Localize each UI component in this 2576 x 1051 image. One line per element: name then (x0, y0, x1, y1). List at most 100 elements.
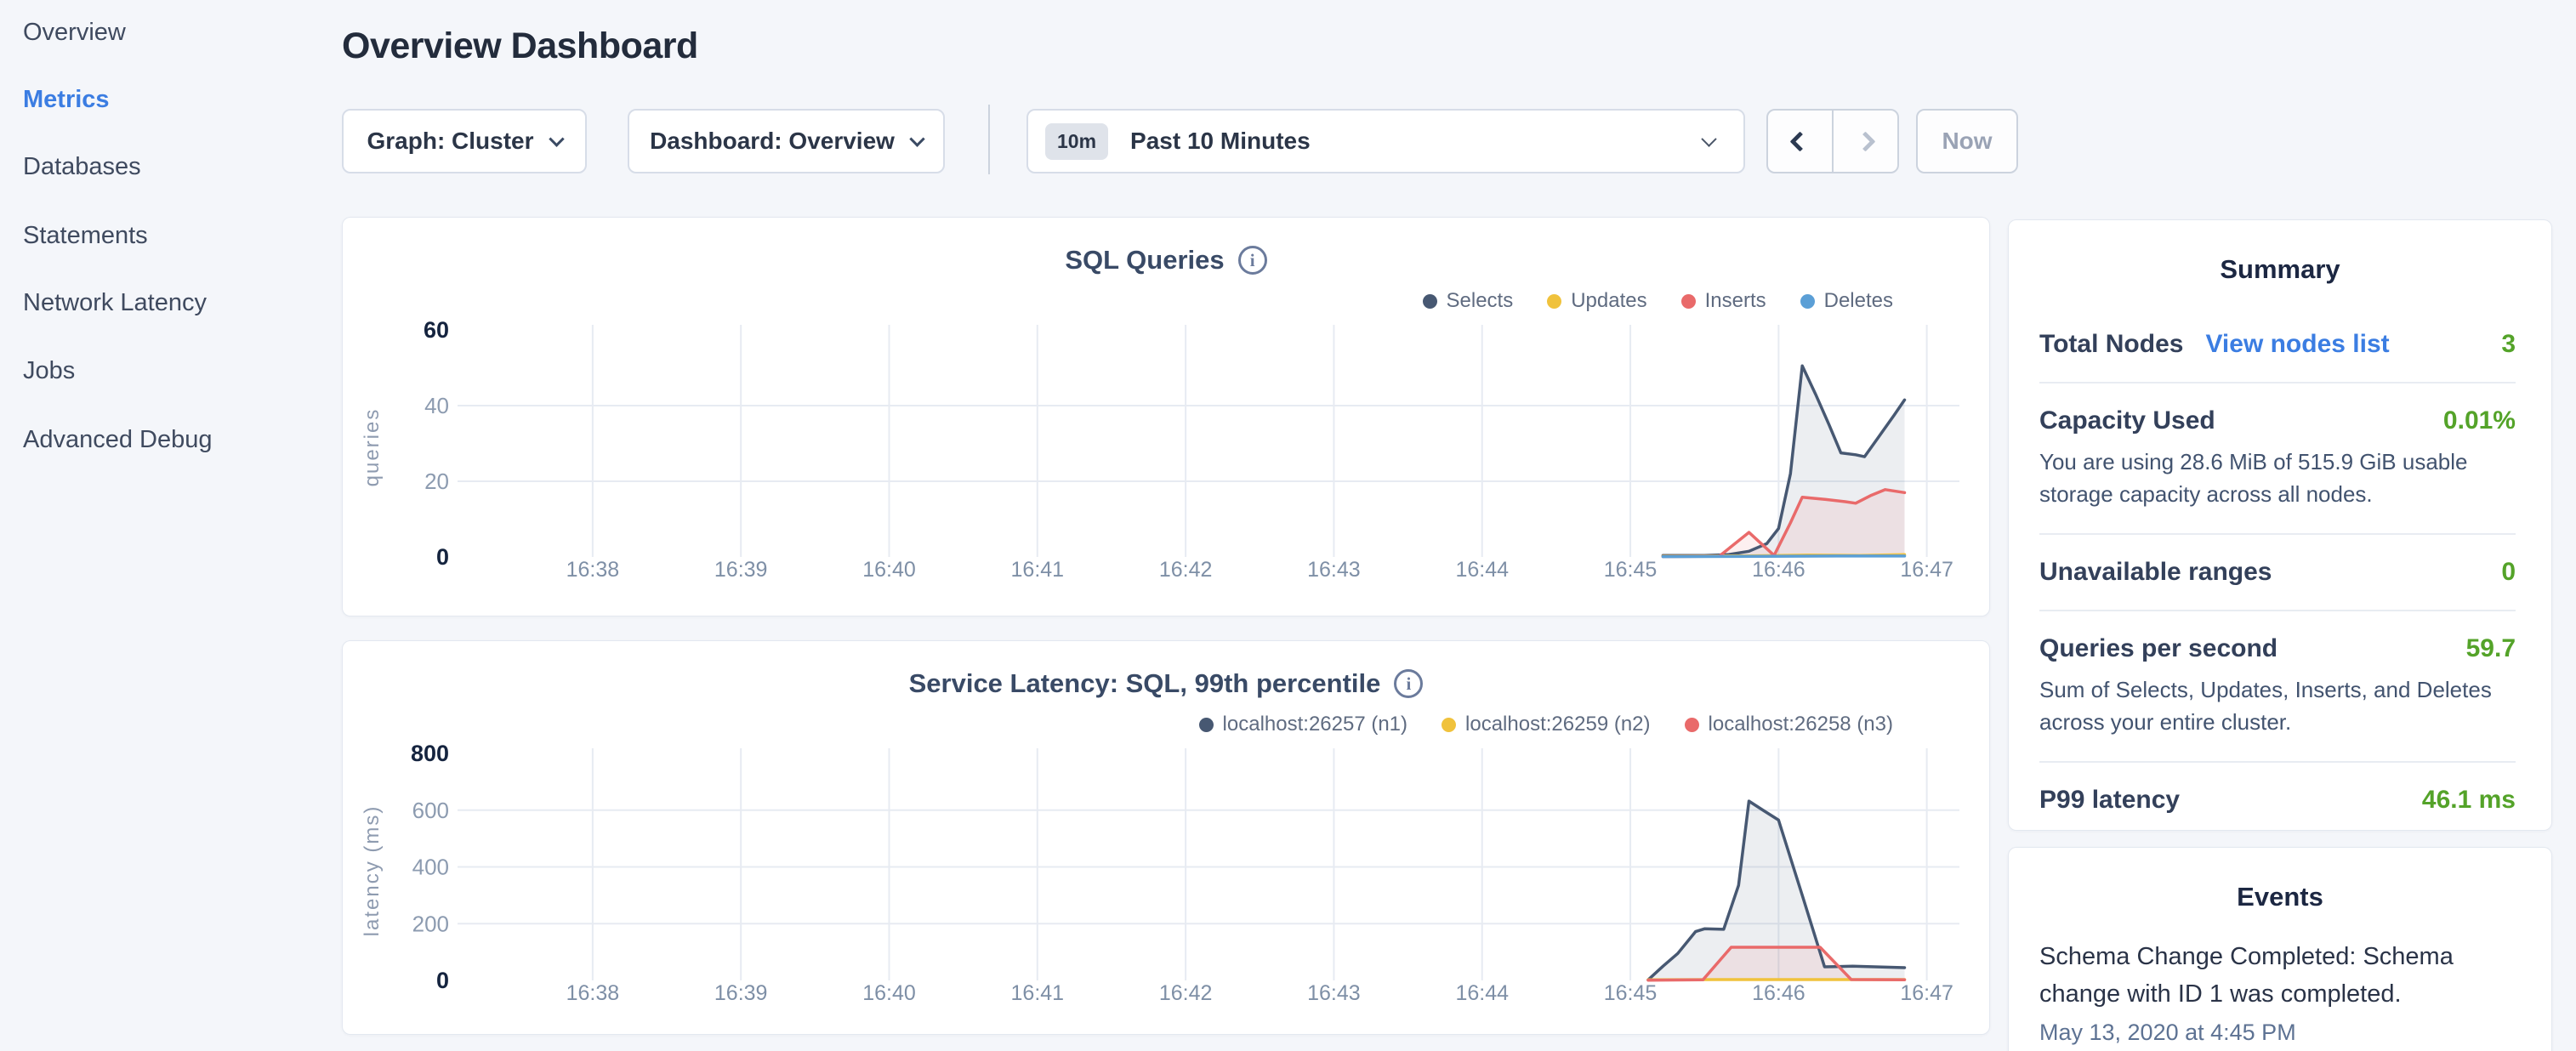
time-range-dropdown[interactable]: 10m Past 10 Minutes (1026, 109, 1745, 173)
sidebar-item-metrics[interactable]: Metrics (23, 86, 110, 114)
sidebar-item-jobs[interactable]: Jobs (23, 357, 75, 385)
legend-label: Selects (1447, 289, 1514, 313)
legend-item: Inserts (1681, 289, 1766, 313)
sidebar-item-network-latency[interactable]: Network Latency (23, 289, 207, 317)
summary-row-description: You are using 28.6 MiB of 515.9 GiB usab… (2039, 446, 2516, 510)
summary-row-total-nodes: Total Nodes View nodes list 3 (2039, 307, 2516, 383)
summary-row-value: 59.7 (2466, 634, 2516, 663)
legend-dot-icon (1685, 718, 1699, 732)
legend-label: Updates (1571, 289, 1646, 313)
sidebar-item-databases[interactable]: Databases (23, 153, 141, 181)
legend-item: localhost:26258 (n3) (1685, 713, 1893, 736)
now-button[interactable]: Now (1916, 109, 2018, 173)
legend-item: localhost:26259 (n2) (1442, 713, 1650, 736)
dashboard-dropdown-label: Dashboard: Overview (650, 128, 895, 155)
summary-title: Summary (2009, 220, 2551, 285)
chevron-down-icon (549, 131, 564, 146)
graph-dropdown-label: Graph: Cluster (367, 128, 533, 155)
toolbar-divider (988, 105, 990, 174)
svg-text:16:38: 16:38 (566, 558, 620, 582)
svg-text:16:44: 16:44 (1455, 558, 1509, 582)
svg-text:16:46: 16:46 (1752, 558, 1805, 582)
svg-text:16:40: 16:40 (862, 981, 916, 1005)
event-list-item[interactable]: Schema Change Completed: Schema change w… (2009, 912, 2551, 1046)
view-nodes-list-link[interactable]: View nodes list (2205, 330, 2389, 359)
svg-text:0: 0 (436, 544, 449, 570)
summary-row-value: 0.01% (2443, 406, 2516, 435)
service-latency-card: Service Latency: SQL, 99th percentile lo… (342, 640, 1990, 1035)
sql-queries-card: SQL Queries Selects Updates Inserts Deletes… (342, 217, 1990, 616)
summary-row-description: Sum of Selects, Updates, Inserts, and De… (2039, 673, 2516, 738)
chevron-down-icon (1701, 131, 1716, 146)
legend-dot-icon (1681, 294, 1696, 309)
svg-text:16:40: 16:40 (862, 558, 916, 582)
summary-row-value: 3 (2501, 330, 2516, 359)
svg-text:16:38: 16:38 (566, 981, 620, 1005)
summary-row-label: Queries per second (2039, 634, 2277, 663)
svg-text:16:42: 16:42 (1159, 981, 1213, 1005)
svg-text:16:46: 16:46 (1752, 981, 1805, 1005)
legend-dot-icon (1442, 718, 1456, 732)
legend-item: localhost:26257 (n1) (1199, 713, 1407, 736)
svg-text:16:45: 16:45 (1604, 981, 1658, 1005)
svg-text:200: 200 (412, 911, 449, 936)
svg-text:400: 400 (412, 855, 449, 880)
legend-label: localhost:26257 (n1) (1223, 713, 1407, 736)
svg-text:16:47: 16:47 (1900, 981, 1953, 1005)
legend-item: Updates (1547, 289, 1646, 313)
time-prev-button[interactable] (1768, 111, 1832, 172)
summary-row-p99-latency: P99 latency 46.1 ms (2039, 763, 2516, 838)
sidebar: Overview Metrics Databases Statements Ne… (0, 0, 340, 1051)
chart-title: Service Latency: SQL, 99th percentile (909, 668, 1381, 699)
summary-row-unavailable-ranges: Unavailable ranges 0 (2039, 535, 2516, 611)
sidebar-item-statements[interactable]: Statements (23, 222, 148, 250)
summary-row-label: Unavailable ranges (2039, 558, 2272, 587)
svg-text:40: 40 (424, 393, 449, 418)
svg-text:queries: queries (361, 408, 384, 487)
time-pager (1766, 109, 1899, 173)
chart-legend: Selects Updates Inserts Deletes (1423, 289, 1894, 313)
dashboard-dropdown[interactable]: Dashboard: Overview (628, 109, 945, 173)
legend-dot-icon (1800, 294, 1815, 309)
legend-item: Deletes (1800, 289, 1893, 313)
graph-dropdown[interactable]: Graph: Cluster (342, 109, 587, 173)
svg-text:60: 60 (424, 317, 449, 343)
events-panel: Events Schema Change Completed: Schema c… (2008, 847, 2552, 1051)
svg-text:20: 20 (424, 469, 449, 494)
svg-text:16:41: 16:41 (1011, 981, 1065, 1005)
time-range-badge: 10m (1045, 123, 1108, 160)
svg-text:16:45: 16:45 (1604, 558, 1658, 582)
svg-text:16:43: 16:43 (1307, 558, 1361, 582)
svg-text:16:44: 16:44 (1455, 981, 1509, 1005)
summary-panel: Summary Total Nodes View nodes list 3 Ca… (2008, 219, 2552, 831)
legend-item: Selects (1423, 289, 1514, 313)
now-button-label: Now (1942, 128, 1992, 155)
info-icon[interactable] (1394, 669, 1423, 698)
svg-text:16:41: 16:41 (1011, 558, 1065, 582)
legend-dot-icon (1547, 294, 1561, 309)
summary-row-capacity-used: Capacity Used 0.01% You are using 28.6 M… (2039, 383, 2516, 535)
sidebar-item-overview[interactable]: Overview (23, 19, 126, 47)
service-latency-chart[interactable]: 020040060080016:3816:3916:4016:4116:4216… (343, 735, 1989, 1031)
legend-label: Inserts (1705, 289, 1766, 313)
chart-title: SQL Queries (1065, 245, 1224, 276)
time-next-button[interactable] (1832, 111, 1897, 172)
svg-text:16:42: 16:42 (1159, 558, 1213, 582)
page-title: Overview Dashboard (342, 26, 698, 67)
svg-text:16:47: 16:47 (1900, 558, 1953, 582)
summary-row-queries-per-second: Queries per second 59.7 Sum of Selects, … (2039, 611, 2516, 763)
svg-text:latency (ms): latency (ms) (361, 805, 384, 937)
summary-row-value: 0 (2501, 558, 2516, 587)
svg-text:0: 0 (436, 968, 449, 993)
chevron-right-icon (1855, 131, 1875, 151)
summary-row-value: 46.1 ms (2422, 786, 2516, 815)
legend-label: localhost:26258 (n3) (1709, 713, 1893, 736)
svg-text:16:39: 16:39 (714, 558, 768, 582)
legend-dot-icon (1423, 294, 1437, 309)
info-icon[interactable] (1238, 246, 1267, 275)
legend-label: localhost:26259 (n2) (1465, 713, 1650, 736)
chevron-left-icon (1789, 131, 1810, 151)
sidebar-item-advanced-debug[interactable]: Advanced Debug (23, 426, 213, 454)
legend-dot-icon (1199, 718, 1214, 732)
sql-queries-chart[interactable]: 0 20 40 60 16:38 16:39 16:40 16:41 16:42 16:43 16:… (343, 311, 1989, 607)
